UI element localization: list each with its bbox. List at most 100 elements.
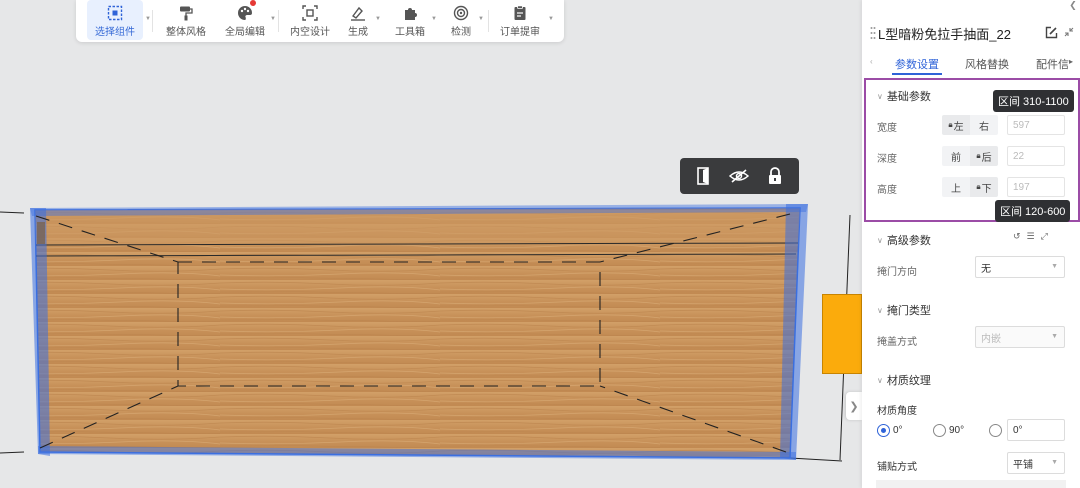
toolbar-label: 选择组件 bbox=[95, 27, 135, 38]
section-title: 掩门类型 bbox=[886, 305, 931, 317]
toolbar-global-edit[interactable]: 全局编辑 ▼ bbox=[218, 0, 276, 40]
width-side-toggle: 🔒︎ 左 右 bbox=[942, 115, 998, 135]
chevron-down-icon: ▼ bbox=[1051, 459, 1058, 466]
tab-scroll-right-icon[interactable]: ▸ bbox=[1069, 57, 1073, 66]
toolbar-label: 工具箱 bbox=[395, 27, 425, 38]
width-right-option[interactable]: 右 bbox=[970, 115, 998, 135]
chevron-down-icon[interactable]: ▼ bbox=[145, 16, 151, 22]
radio-label: 0° bbox=[893, 425, 903, 436]
toolbar-order-review[interactable]: 订单提审 ▼ bbox=[496, 0, 554, 40]
undo-icon[interactable]: ↺ bbox=[1013, 231, 1021, 242]
lock-icon: 🔒︎ bbox=[948, 120, 953, 129]
radio-unchecked-icon bbox=[933, 424, 946, 437]
divider bbox=[488, 10, 489, 32]
active-tab-indicator bbox=[892, 73, 942, 75]
basic-params-header[interactable]: ∨ 基础参数 bbox=[877, 88, 931, 104]
panel-scroll-hint bbox=[876, 480, 1066, 488]
texture-angle-label: 材质角度 bbox=[877, 406, 917, 417]
radio-checked-icon bbox=[877, 424, 890, 437]
angle-radio-custom[interactable] bbox=[989, 424, 1002, 437]
width-input[interactable]: 597 bbox=[1007, 115, 1065, 135]
paste-mode-select[interactable]: 平铺 ▼ bbox=[1007, 452, 1065, 474]
toolbar-label: 内空设计 bbox=[290, 27, 330, 38]
chevron-down-icon[interactable]: ▼ bbox=[375, 16, 381, 22]
lock-icon: 🔒︎ bbox=[976, 182, 981, 191]
divider bbox=[152, 10, 153, 32]
height-side-toggle: 上 🔒︎ 下 bbox=[942, 177, 998, 197]
depth-back-option[interactable]: 🔒︎ 后 bbox=[970, 146, 998, 166]
height-top-option[interactable]: 上 bbox=[942, 177, 970, 197]
panel-header: L型暗粉免拉手抽面_22 bbox=[862, 18, 1080, 48]
toolbar-label: 整体风格 bbox=[166, 27, 206, 38]
depth-front-option[interactable]: 前 bbox=[942, 146, 970, 166]
chevron-down-icon: ∨ bbox=[877, 235, 883, 245]
depth-side-toggle: 前 🔒︎ 后 bbox=[942, 146, 998, 166]
toolbar-detect[interactable]: 检测 ▼ bbox=[446, 0, 484, 40]
door-type-header[interactable]: ∨ 掩门类型 bbox=[877, 302, 931, 318]
section-title: 基础参数 bbox=[886, 91, 931, 103]
toolbar-select-component[interactable]: 选择组件 ▼ bbox=[87, 0, 151, 40]
advanced-params-header[interactable]: ∨ 高级参数 bbox=[877, 232, 931, 248]
height-input[interactable]: 197 bbox=[1007, 177, 1065, 197]
toolbar-label: 全局编辑 bbox=[225, 27, 265, 38]
palette-icon bbox=[236, 0, 256, 22]
drag-handle-icon[interactable] bbox=[870, 26, 876, 40]
generate-icon bbox=[349, 4, 367, 22]
edit-icon[interactable] bbox=[1044, 25, 1058, 39]
expand-icon[interactable]: ⤢ bbox=[1041, 231, 1048, 242]
lock-icon: 🔒︎ bbox=[976, 151, 981, 160]
chevron-down-icon[interactable]: ▼ bbox=[431, 16, 437, 22]
range-tooltip-height: 区间 120-600 bbox=[995, 200, 1071, 222]
cover-mode-select[interactable]: 内嵌 ▼ bbox=[975, 326, 1065, 348]
chevron-down-icon: ∨ bbox=[877, 91, 883, 101]
panel-title: L型暗粉免拉手抽面_22 bbox=[878, 27, 1011, 42]
toolbar-inner-space-design[interactable]: 内空设计 bbox=[288, 0, 332, 40]
chevron-down-icon[interactable]: ▼ bbox=[270, 16, 276, 22]
width-left-option[interactable]: 🔒︎ 左 bbox=[942, 115, 970, 135]
section-title: 材质纹理 bbox=[886, 375, 931, 387]
angle-radio-0[interactable]: 0° bbox=[877, 424, 903, 437]
divider bbox=[278, 10, 279, 32]
3d-viewport[interactable]: ❯ bbox=[0, 0, 862, 488]
radio-unchecked-icon bbox=[989, 424, 1002, 437]
chevron-left-icon[interactable]: ❮ bbox=[1066, 0, 1080, 14]
door-icon[interactable] bbox=[691, 163, 717, 189]
chevron-down-icon: ∨ bbox=[877, 305, 883, 315]
tab-style-replace[interactable]: 风格替换 bbox=[965, 56, 1009, 72]
texture-header[interactable]: ∨ 材质纹理 bbox=[877, 372, 931, 388]
height-label: 高度 bbox=[877, 185, 897, 196]
chevron-down-icon[interactable]: ▼ bbox=[478, 16, 484, 22]
order-review-icon bbox=[511, 4, 529, 22]
toolbar-toolbox[interactable]: 工具箱 ▼ bbox=[392, 0, 437, 40]
toolbar-generate[interactable]: 生成 ▼ bbox=[340, 0, 381, 40]
select-value: 内嵌 bbox=[981, 333, 1001, 345]
door-direction-select[interactable]: 无 ▼ bbox=[975, 256, 1065, 278]
cover-mode-label: 掩盖方式 bbox=[877, 337, 917, 348]
toolbar-overall-style[interactable]: 整体风格 bbox=[162, 0, 210, 40]
advanced-actions: ↺ ☰ ⤢ bbox=[1013, 231, 1048, 242]
tab-accessories[interactable]: 配件信 bbox=[1036, 56, 1069, 72]
height-bottom-option[interactable]: 🔒︎ 下 bbox=[970, 177, 998, 197]
chevron-down-icon[interactable]: ▼ bbox=[548, 16, 554, 22]
radio-label: 90° bbox=[949, 425, 965, 436]
lock-icon[interactable] bbox=[762, 163, 788, 189]
collapse-icon[interactable] bbox=[1062, 25, 1076, 39]
puzzle-icon bbox=[401, 4, 419, 22]
panel-collapse-button[interactable]: ❯ bbox=[846, 392, 862, 420]
select-component-icon bbox=[106, 4, 124, 22]
list-icon[interactable]: ☰ bbox=[1027, 231, 1035, 242]
range-tooltip-width: 区间 310-1100 bbox=[993, 90, 1074, 112]
viewport-drawing bbox=[0, 204, 851, 462]
chevron-down-icon: ▼ bbox=[1051, 333, 1058, 340]
angle-radio-90[interactable]: 90° bbox=[933, 424, 964, 437]
custom-angle-input[interactable]: 0° bbox=[1007, 419, 1065, 441]
tab-param-settings[interactable]: 参数设置 bbox=[895, 56, 939, 72]
notification-badge bbox=[250, 0, 256, 6]
chevron-down-icon: ▼ bbox=[1051, 263, 1058, 270]
depth-label: 深度 bbox=[877, 154, 897, 165]
tab-scroll-left-icon[interactable]: ‹ bbox=[870, 57, 873, 66]
adjacent-cabinet-part[interactable] bbox=[822, 294, 862, 374]
depth-input[interactable]: 22 bbox=[1007, 146, 1065, 166]
hide-icon[interactable] bbox=[726, 163, 752, 189]
select-value: 无 bbox=[981, 263, 991, 275]
